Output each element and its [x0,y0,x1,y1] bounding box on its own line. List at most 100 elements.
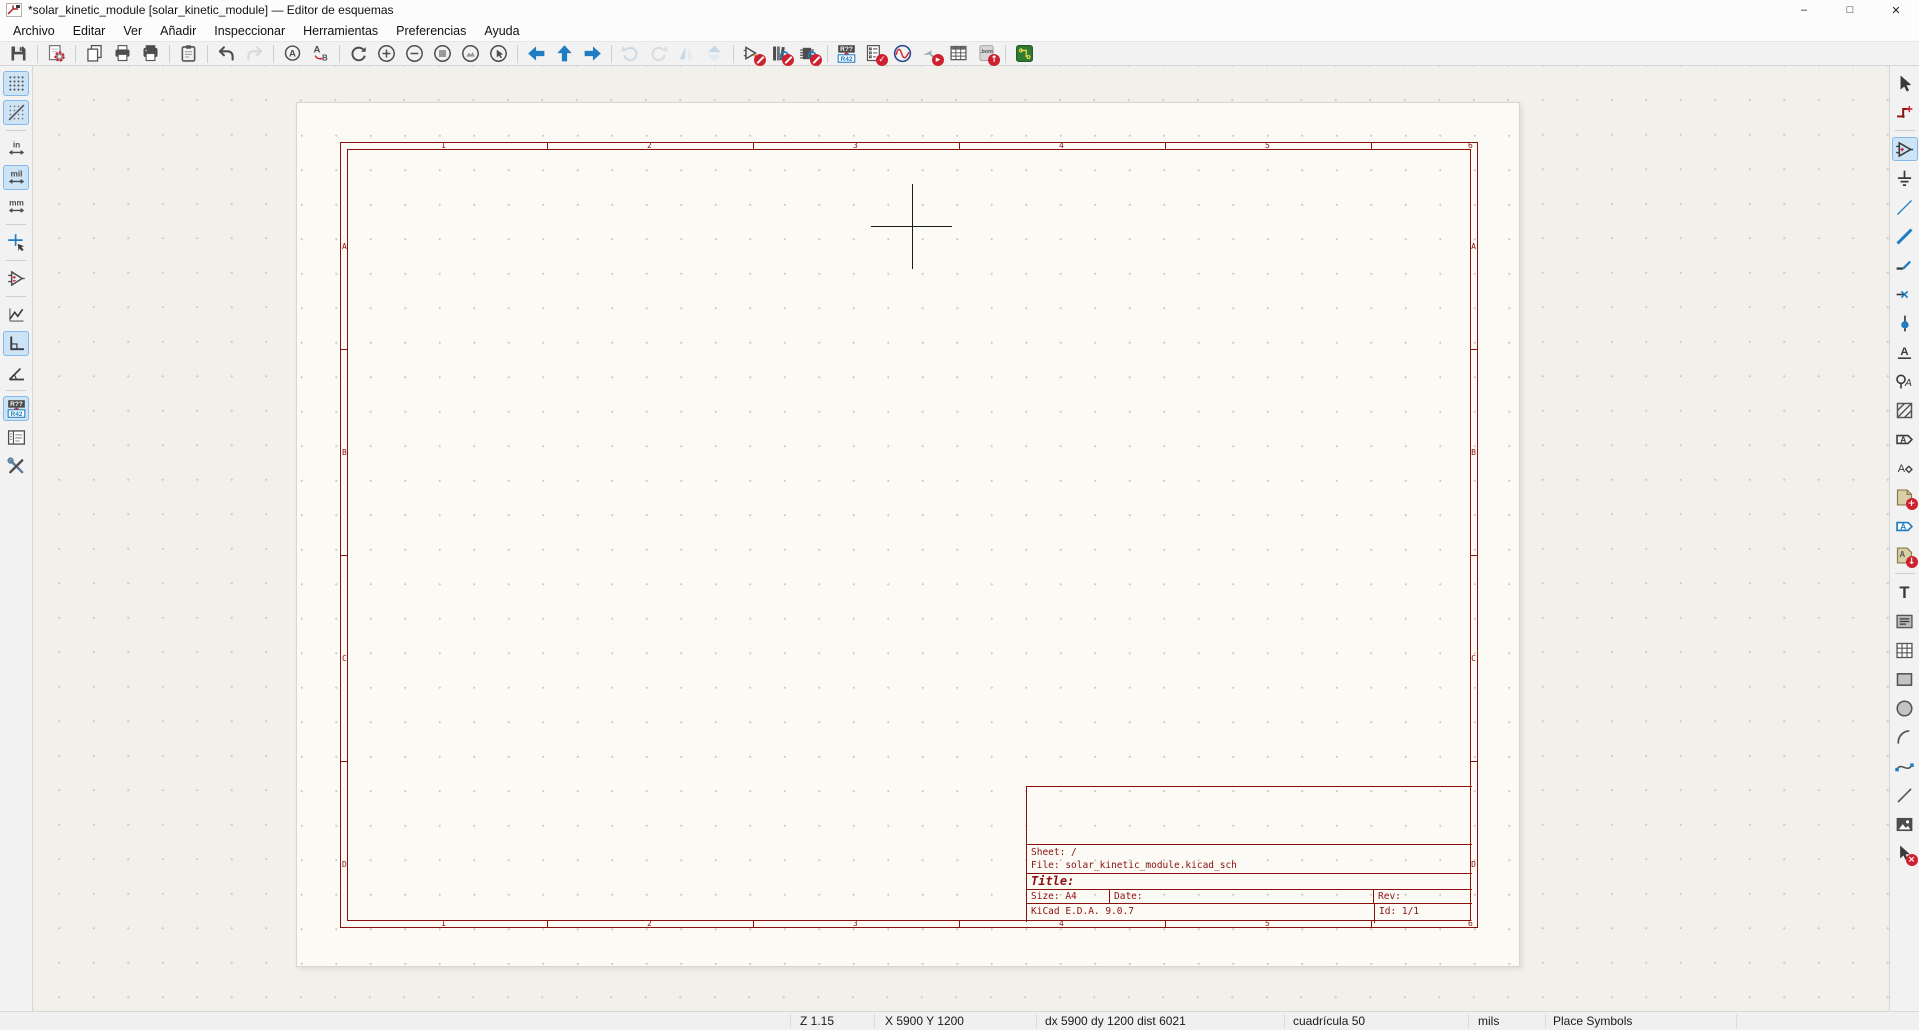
draw-bus-tool[interactable] [1892,224,1918,248]
page-settings-button[interactable] [81,42,108,65]
rotate-ccw-button[interactable] [617,42,644,65]
wires-45-button[interactable] [3,360,29,385]
minimize-button[interactable]: – [1781,0,1827,20]
title-block-meta-row: Size: A4 Date: Rev: [1027,890,1472,904]
nav-back-button[interactable] [523,42,550,65]
menu-ayuda[interactable]: Ayuda [475,22,528,40]
badge-no-icon [810,54,822,66]
junction-tool[interactable] [1892,311,1918,335]
import-sheet-pin-tool[interactable]: A ↓ [1892,543,1918,568]
menu-ver[interactable]: Ver [114,22,151,40]
arc-tool[interactable] [1892,725,1918,749]
close-button[interactable]: ✕ [1873,0,1919,20]
refresh-button[interactable] [345,42,372,65]
symbol-editor-button[interactable] [739,42,766,66]
table-tool[interactable] [1892,638,1918,662]
library-browser-button[interactable] [767,42,794,66]
annotate-auto-button[interactable]: R?? R42 [3,396,29,421]
svg-text:A: A [1900,346,1908,358]
rotate-cw-button[interactable] [645,42,672,65]
circle-tool[interactable] [1892,696,1918,720]
select-tool[interactable] [1892,71,1918,95]
export-bom-button[interactable]: .bom ↑ [973,42,1000,66]
schematic-canvas[interactable]: 112233445566AABBCCDD Sheet: / File: sola… [33,66,1889,1011]
line-tool[interactable] [1892,783,1918,807]
symbol-fields-table-button[interactable] [945,42,972,65]
menu-herramientas[interactable]: Herramientas [294,22,387,40]
zoom-objects-button[interactable] [457,42,484,65]
grid-overrides-button[interactable] [3,100,29,125]
properties-panel-button[interactable] [3,454,29,479]
place-symbol-tool[interactable] [1891,137,1918,161]
units-inches-button[interactable]: in [3,136,29,161]
hierarchy-navigator-button[interactable] [3,425,29,450]
nav-forward-button[interactable] [579,42,606,65]
bezier-tool[interactable] [1892,754,1918,778]
toolbar-separator [1894,573,1915,574]
undo-button[interactable] [213,42,240,65]
menu-inspeccionar[interactable]: Inspeccionar [205,22,294,40]
wires-any-angle-button[interactable] [3,302,29,327]
zoomselection-icon [488,43,509,64]
text-tool[interactable]: T [1892,580,1918,604]
units-mils-button[interactable]: mil [3,165,29,190]
sheet-pin-tool[interactable]: A [1892,514,1918,538]
bus-entry-tool[interactable] [1892,253,1918,277]
hierarchical-label-tool[interactable]: A [1892,427,1918,451]
plot-button[interactable] [137,42,164,65]
redo-button[interactable] [241,42,268,65]
find-button[interactable]: A [279,42,306,65]
sheet-path: Sheet: / [1031,847,1077,858]
grid-toggle-button[interactable] [3,71,29,96]
net-label-tool[interactable]: A [1892,340,1918,364]
simulator-button[interactable] [889,42,916,65]
mirror-h-button[interactable] [701,42,728,65]
nav-up-button[interactable] [551,42,578,65]
netclass-directive-tool[interactable]: A [1892,456,1918,480]
zoom-out-button[interactable] [401,42,428,65]
wires-hv-button[interactable] [3,331,29,356]
schematic-setup-button[interactable] [43,42,70,65]
rectangle-tool[interactable] [1892,667,1918,691]
image-tool[interactable] [1892,812,1918,836]
hierarchical-sheet-tool[interactable]: + [1892,485,1918,510]
menu-preferencias[interactable]: Preferencias [387,22,475,40]
annotate-icon: R?? R42 [836,43,857,64]
annotate-button[interactable]: R?? R42 [833,42,860,65]
menu-editar[interactable]: Editar [64,22,115,40]
frame-row-tick [341,349,347,350]
pages-icon [84,43,105,64]
textbox-tool[interactable] [1892,609,1918,633]
zoom-in-button[interactable] [373,42,400,65]
global-label-tool[interactable]: A [1892,369,1918,393]
menu-archivo[interactable]: Archivo [4,22,64,40]
print-button[interactable] [109,42,136,65]
find-replace-button[interactable]: AB [307,42,334,65]
delete-tool[interactable]: × [1892,841,1918,866]
no-connect-tool[interactable] [1892,282,1918,306]
footprint-assign-button[interactable] [795,42,822,66]
highlight-net-tool[interactable] [1892,100,1918,124]
paste-button[interactable] [175,42,202,65]
frame-column-label: 2 [647,919,652,928]
sim-probe-button[interactable]: ▸ [917,42,944,66]
badge-down-icon: ↓ [1905,556,1918,568]
zoom-fit-button[interactable] [429,42,456,65]
menu-anadir[interactable]: Añadir [151,22,205,40]
badge-no-icon [754,54,766,66]
erc-button[interactable]: ✓ [861,42,888,66]
bus-icon [1894,226,1915,247]
units-mm-button[interactable]: mm [3,194,29,219]
frame-row-tick [1471,761,1477,762]
save-button[interactable] [5,42,32,65]
place-power-tool[interactable] [1892,166,1918,190]
netlabel-icon: A [1894,342,1915,363]
draw-wire-tool[interactable] [1892,195,1918,219]
hidden-pins-button[interactable] [3,266,29,291]
rule-area-tool[interactable] [1892,398,1918,422]
cursor-shape-button[interactable] [3,230,29,255]
maximize-button[interactable]: □ [1827,0,1873,20]
zoom-selection-button[interactable] [485,42,512,65]
open-pcb-editor-button[interactable] [1011,42,1038,65]
mirror-v-button[interactable] [673,42,700,65]
